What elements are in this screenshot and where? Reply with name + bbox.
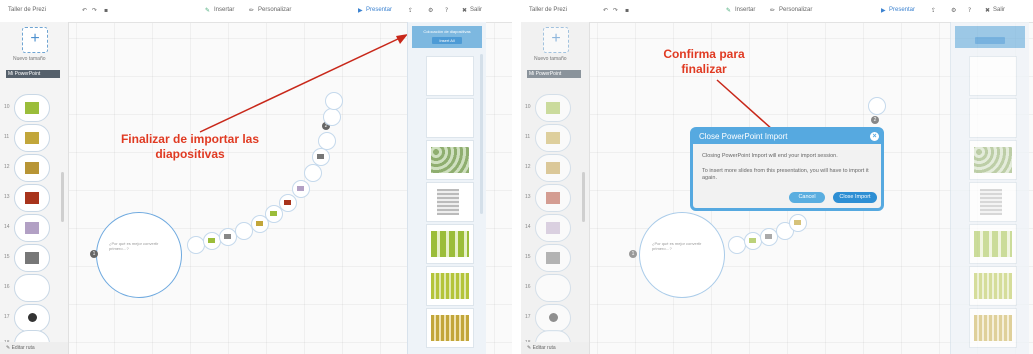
- import-panel-header: Colocación de diapositivas Insert All: [412, 26, 482, 48]
- import-slide-card[interactable]: [969, 224, 1017, 264]
- left-screenshot: Taller de Prezi ↶ ↷ ▪ ✎ Insertar ✏ Perso…: [0, 0, 512, 354]
- cancel-button[interactable]: Cancel: [789, 192, 825, 203]
- right-screenshot: Taller de Prezi ↶ ↷ ▪ ✎ Insertar ✏ Perso…: [521, 0, 1033, 354]
- import-slide-card[interactable]: [426, 98, 474, 138]
- import-slide-card[interactable]: [969, 56, 1017, 96]
- import-slide-card[interactable]: [426, 308, 474, 348]
- import-slide-card[interactable]: [969, 98, 1017, 138]
- dialog-message: Closing PowerPoint Import will end your …: [702, 153, 838, 159]
- insert-all-button[interactable]: [975, 37, 1005, 44]
- import-slide-card[interactable]: [969, 182, 1017, 222]
- import-panel: [950, 22, 1029, 354]
- import-slide-card[interactable]: [969, 266, 1017, 306]
- import-slide-card[interactable]: [426, 266, 474, 306]
- import-slide-card[interactable]: [969, 140, 1017, 180]
- close-import-button[interactable]: Close Import: [833, 192, 877, 203]
- insert-all-button[interactable]: Insert All: [432, 37, 462, 44]
- import-panel-scrollbar[interactable]: [480, 54, 483, 214]
- import-panel-title: Colocación de diapositivas: [423, 29, 471, 34]
- import-panel-header: [955, 26, 1025, 48]
- dialog-message-detail: To insert more slides from this presenta…: [702, 168, 869, 181]
- dialog-title: Close PowerPoint Import: [693, 130, 881, 144]
- close-import-dialog: Close PowerPoint Import × Closing PowerP…: [690, 127, 884, 211]
- import-panel: Colocación de diapositivas Insert All: [407, 22, 486, 354]
- import-slide-card[interactable]: [969, 308, 1017, 348]
- import-slide-card[interactable]: [426, 224, 474, 264]
- import-slide-card[interactable]: [426, 140, 474, 180]
- import-slide-card[interactable]: [426, 56, 474, 96]
- dialog-close-icon[interactable]: ×: [870, 132, 879, 141]
- import-slide-card[interactable]: [426, 182, 474, 222]
